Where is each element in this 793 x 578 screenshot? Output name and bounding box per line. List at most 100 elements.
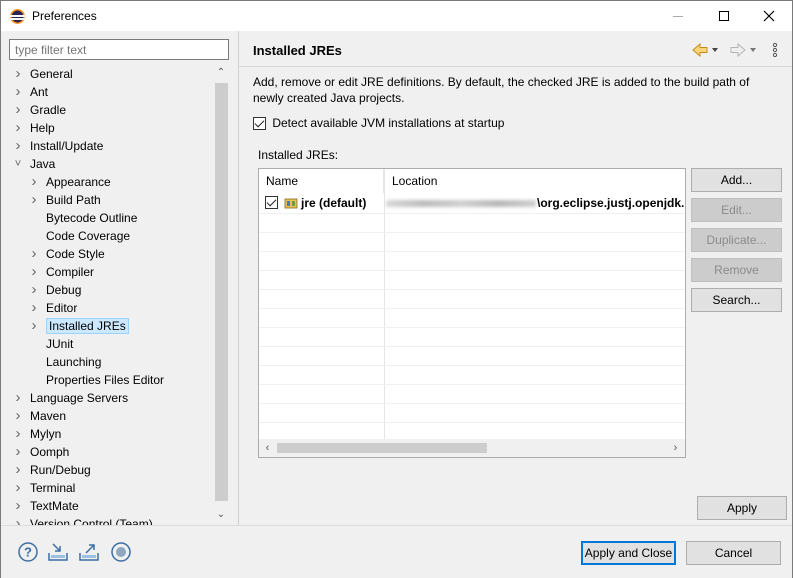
column-header-name[interactable]: Name bbox=[259, 169, 384, 193]
view-menu-icon[interactable] bbox=[771, 42, 779, 58]
back-arrow-icon[interactable] bbox=[691, 42, 721, 58]
tree-item-label: Properties Files Editor bbox=[46, 373, 165, 387]
chevron-right-icon[interactable]: › bbox=[29, 263, 39, 281]
pane-divider[interactable] bbox=[238, 31, 239, 525]
chevron-right-icon[interactable]: › bbox=[13, 119, 23, 137]
tree-item[interactable]: › Language Servers bbox=[13, 389, 129, 407]
table-scroll-thumb[interactable] bbox=[277, 443, 487, 453]
remove-button[interactable]: Remove bbox=[691, 258, 782, 282]
chevron-right-icon[interactable]: › bbox=[29, 173, 39, 191]
scroll-right-icon[interactable]: › bbox=[667, 439, 684, 457]
chevron-right-icon[interactable]: › bbox=[13, 515, 23, 525]
table-gridline bbox=[259, 365, 685, 366]
tree-item[interactable]: › Editor bbox=[29, 299, 78, 317]
chevron-right-icon[interactable]: › bbox=[13, 137, 23, 155]
table-gridline bbox=[259, 289, 685, 290]
column-header-location[interactable]: Location bbox=[385, 169, 685, 193]
table-row[interactable]: jre (default) \org.eclipse.justj.openjdk… bbox=[259, 193, 685, 213]
table-gridline bbox=[259, 422, 685, 423]
close-button[interactable] bbox=[746, 1, 792, 31]
tree-item[interactable]: › Mylyn bbox=[13, 425, 62, 443]
tree-item-label: Run/Debug bbox=[30, 463, 91, 477]
import-icon[interactable] bbox=[47, 541, 69, 563]
chevron-right-icon[interactable]: › bbox=[13, 443, 23, 461]
chevron-right-icon[interactable]: › bbox=[13, 65, 23, 83]
cancel-button[interactable]: Cancel bbox=[686, 541, 781, 565]
tree-item[interactable]: › Build Path bbox=[29, 191, 101, 209]
help-icon[interactable]: ? bbox=[17, 541, 39, 563]
tree-item[interactable]: › Install/Update bbox=[13, 137, 104, 155]
table-gridline bbox=[259, 213, 685, 214]
page-description: Add, remove or edit JRE definitions. By … bbox=[253, 75, 750, 105]
maximize-button[interactable] bbox=[701, 1, 747, 31]
chevron-right-icon[interactable]: › bbox=[29, 245, 39, 263]
chevron-right-icon[interactable]: › bbox=[29, 191, 39, 209]
tree-item[interactable]: › Debug bbox=[29, 281, 82, 299]
table-gridline bbox=[259, 308, 685, 309]
tree-item-label: Help bbox=[30, 121, 55, 135]
jre-default-checkbox[interactable] bbox=[265, 196, 278, 209]
chevron-right-icon[interactable]: › bbox=[13, 83, 23, 101]
detect-jvm-checkbox[interactable] bbox=[253, 117, 266, 131]
tree-item[interactable]: › General bbox=[13, 65, 73, 83]
tree-item-label: Install/Update bbox=[30, 139, 104, 153]
duplicate-button[interactable]: Duplicate... bbox=[691, 228, 782, 252]
chevron-right-icon[interactable]: › bbox=[29, 281, 39, 299]
search-button[interactable]: Search... bbox=[691, 288, 782, 312]
chevron-right-icon[interactable]: › bbox=[13, 101, 23, 119]
tree-item[interactable]: › Code Style bbox=[29, 245, 105, 263]
tree-item[interactable]: › Gradle bbox=[13, 101, 67, 119]
tree-item-label: Bytecode Outline bbox=[46, 211, 138, 225]
tree-item[interactable]: Properties Files Editor bbox=[29, 371, 164, 389]
tree-item[interactable]: Code Coverage bbox=[29, 227, 130, 245]
tree-item[interactable]: › Maven bbox=[13, 407, 67, 425]
tree-item-label: JUnit bbox=[46, 337, 74, 351]
tree-item[interactable]: › Run/Debug bbox=[13, 461, 91, 479]
chevron-right-icon[interactable]: › bbox=[29, 317, 39, 335]
add-button[interactable]: Add... bbox=[691, 168, 782, 192]
table-hscrollbar[interactable]: ‹ › bbox=[259, 439, 685, 457]
tree-item[interactable]: › Version Control (Team) bbox=[13, 515, 153, 525]
chevron-right-icon[interactable]: › bbox=[13, 479, 23, 497]
detect-jvm-checkbox-row[interactable]: Detect available JVM installations at st… bbox=[253, 116, 504, 132]
tree-item-label: Java bbox=[30, 157, 56, 171]
tree-item[interactable]: ˅ Java bbox=[13, 155, 56, 173]
export-icon[interactable] bbox=[78, 541, 100, 563]
filter-input[interactable] bbox=[9, 39, 229, 60]
tree-item[interactable]: › Installed JREs bbox=[29, 317, 129, 335]
tree-item[interactable]: › TextMate bbox=[13, 497, 79, 515]
chevron-right-icon[interactable]: › bbox=[13, 425, 23, 443]
scroll-down-icon[interactable]: ⌄ bbox=[213, 507, 229, 523]
chevron-right-icon[interactable]: › bbox=[29, 299, 39, 317]
tree-item-label: Code Coverage bbox=[46, 229, 131, 243]
scroll-left-icon[interactable]: ‹ bbox=[259, 439, 276, 457]
apply-and-close-button[interactable]: Apply and Close bbox=[581, 541, 676, 565]
tree-item[interactable]: Launching bbox=[29, 353, 101, 371]
edit-button[interactable]: Edit... bbox=[691, 198, 782, 222]
minimize-button[interactable] bbox=[655, 1, 701, 31]
eclipse-icon bbox=[10, 9, 25, 24]
chevron-right-icon[interactable]: › bbox=[13, 497, 23, 515]
tree-item-label: Oomph bbox=[30, 445, 70, 459]
record-icon[interactable] bbox=[110, 541, 132, 563]
tree-item[interactable]: › Help bbox=[13, 119, 55, 137]
forward-arrow-icon[interactable] bbox=[729, 42, 759, 58]
tree-item[interactable]: JUnit bbox=[29, 335, 73, 353]
tree-item[interactable]: Bytecode Outline bbox=[29, 209, 137, 227]
tree-item[interactable]: › Appearance bbox=[29, 173, 111, 191]
chevron-right-icon[interactable]: › bbox=[13, 407, 23, 425]
tree-item[interactable]: › Compiler bbox=[29, 263, 95, 281]
tree-item[interactable]: › Oomph bbox=[13, 443, 70, 461]
scroll-up-icon[interactable]: ⌃ bbox=[213, 65, 229, 81]
chevron-right-icon[interactable]: › bbox=[13, 389, 23, 407]
chevron-down-icon[interactable]: ˅ bbox=[13, 155, 23, 173]
preference-tree[interactable]: › General › Ant › Gradle › Help › Install/Update ˅… bbox=[9, 65, 213, 525]
tree-scroll-thumb[interactable] bbox=[215, 83, 228, 501]
tree-item[interactable]: › Terminal bbox=[13, 479, 76, 497]
tree-item-label: Ant bbox=[30, 85, 49, 99]
tree-scrollbar[interactable]: ⌃ ⌄ bbox=[213, 65, 229, 525]
chevron-right-icon[interactable]: › bbox=[13, 461, 23, 479]
tree-item[interactable]: › Ant bbox=[13, 83, 49, 101]
installed-jres-table[interactable]: Name Location jre (default) \org.eclipse… bbox=[258, 168, 686, 458]
apply-button[interactable]: Apply bbox=[697, 496, 787, 520]
